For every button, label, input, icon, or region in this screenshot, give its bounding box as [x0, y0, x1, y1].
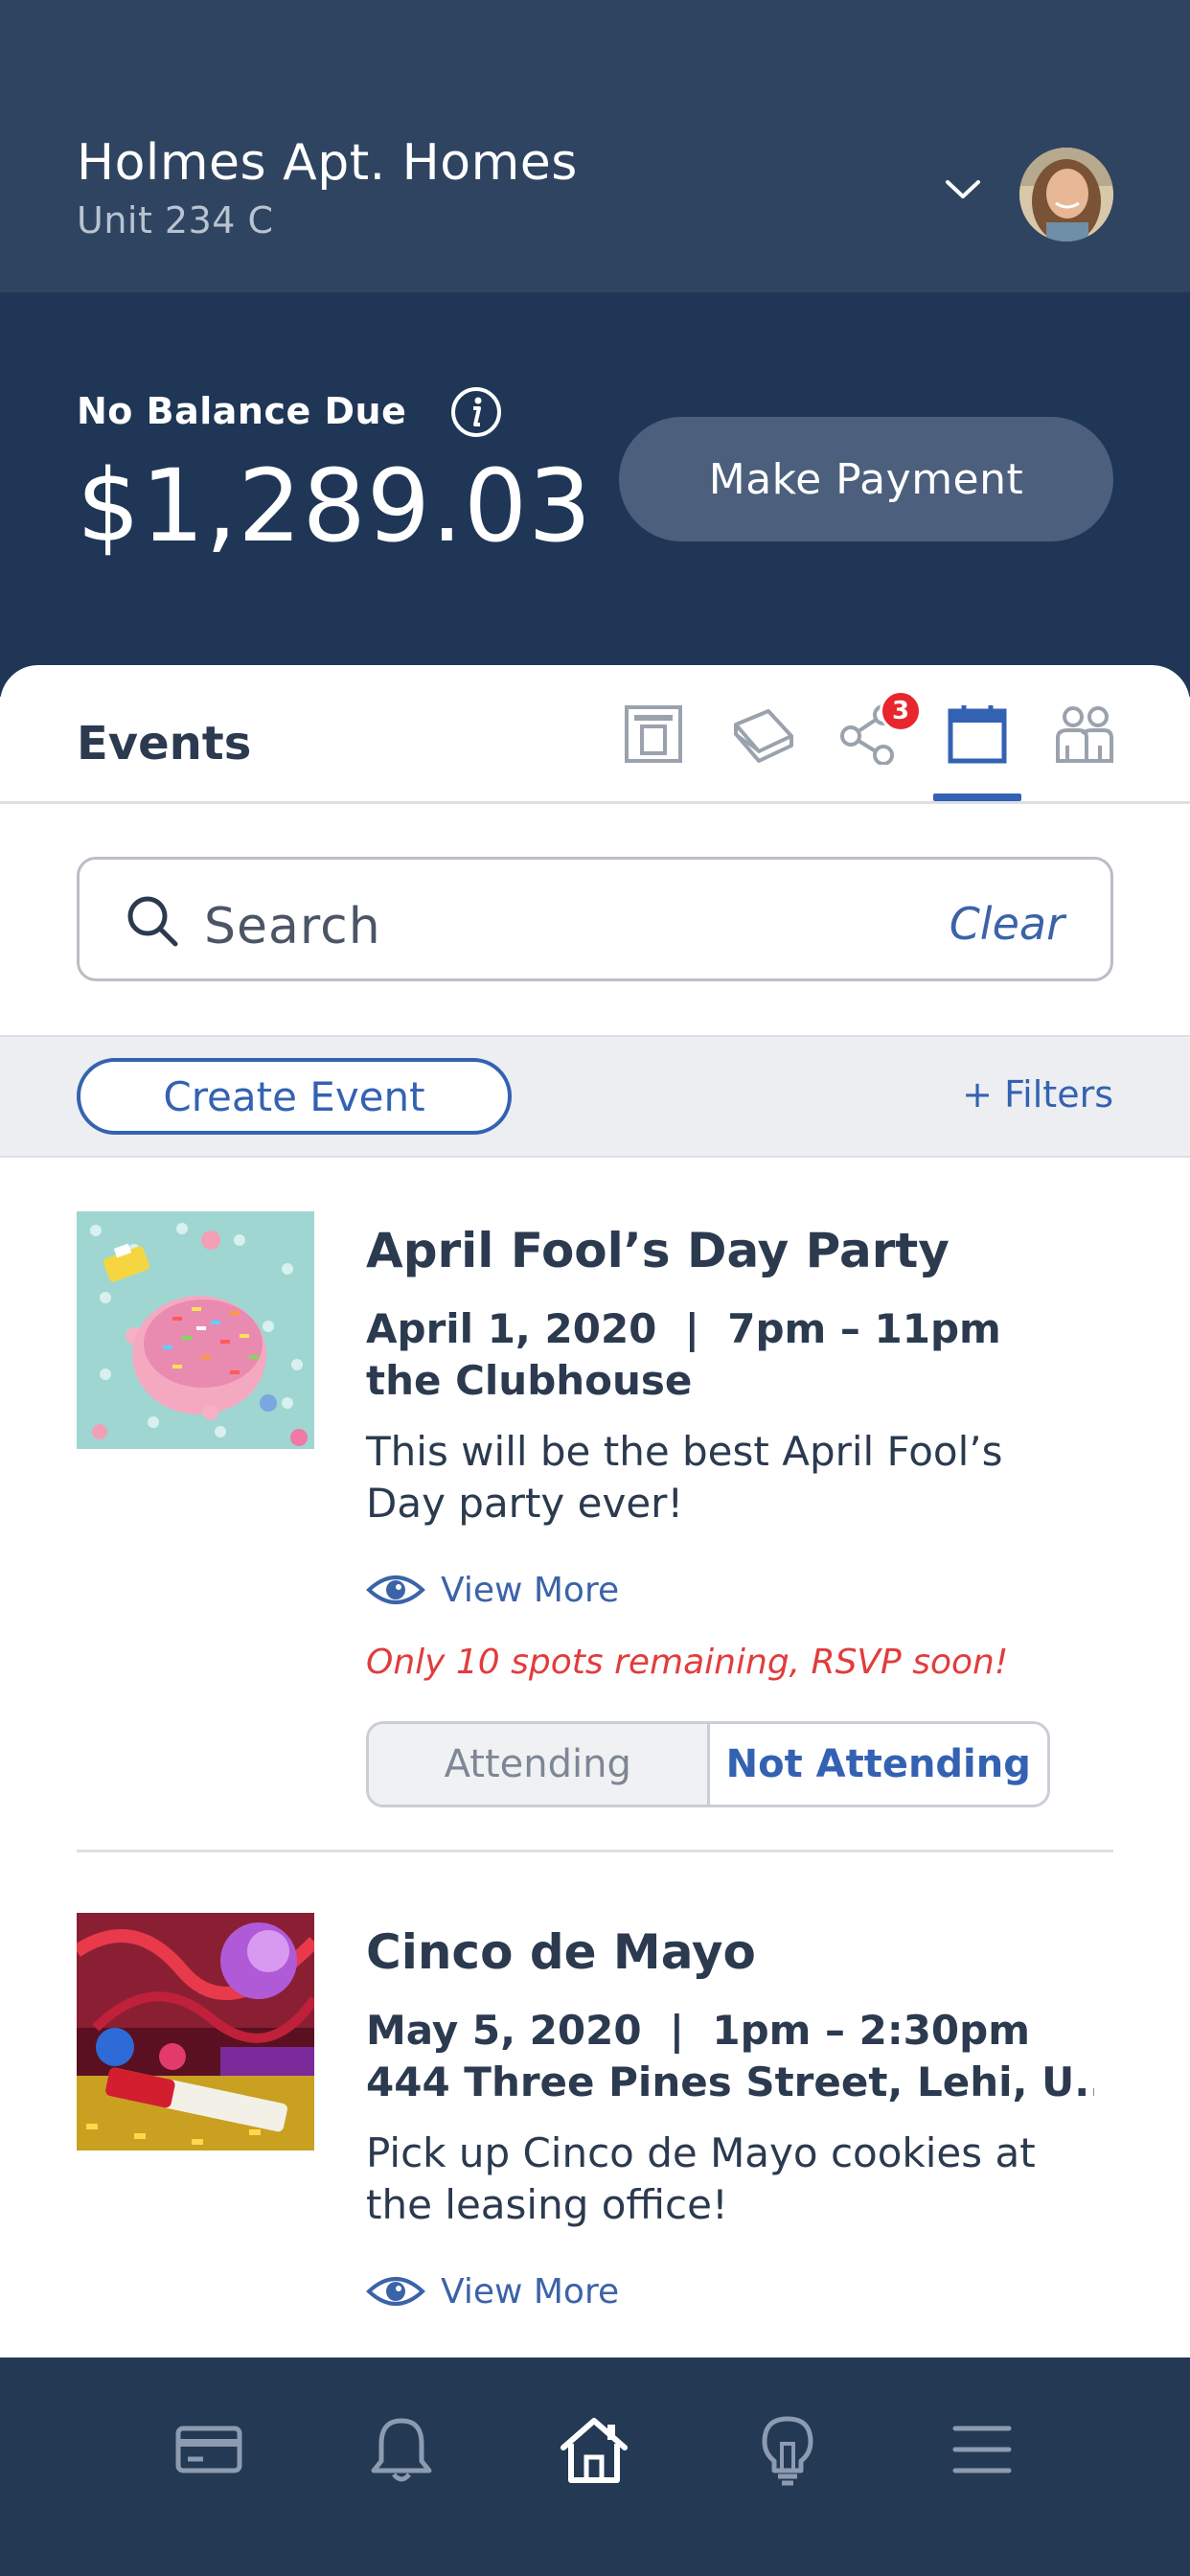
not-attending-option[interactable]: Not Attending [709, 1724, 1047, 1805]
view-more-link[interactable]: View More [366, 1566, 619, 1614]
search-icon [126, 894, 179, 948]
event-details: April 1, 2020 | 7pm – 11pm the Clubhouse [366, 1303, 1094, 1407]
event-title[interactable]: April Fool’s Day Party [366, 1223, 950, 1278]
avatar[interactable] [1019, 148, 1113, 242]
menu-icon[interactable] [952, 2421, 1012, 2478]
community-icon[interactable] [1054, 703, 1115, 765]
active-tab-indicator [933, 794, 1021, 801]
event-details: May 5, 2020 | 1pm – 2:30pm 444 Three Pin… [366, 2005, 1094, 2108]
property-header: Holmes Apt. Homes Unit 234 C [0, 0, 1190, 294]
event-image[interactable] [77, 1211, 314, 1449]
events-header: Events 3 [0, 665, 1190, 804]
make-payment-button[interactable]: Make Payment [619, 417, 1113, 541]
payment-card-icon[interactable] [174, 2415, 243, 2482]
event-divider [77, 1850, 1113, 1852]
rsvp-toggle: Attending Not Attending [366, 1721, 1050, 1807]
event-location: the Clubhouse [366, 1357, 693, 1404]
home-icon[interactable] [560, 2415, 629, 2486]
event-location: 444 Three Pines Street, Lehi, U... [366, 2058, 1094, 2105]
event-title[interactable]: Cinco de Mayo [366, 1924, 756, 1980]
eye-icon [366, 1571, 425, 1609]
attending-option[interactable]: Attending [369, 1724, 710, 1805]
balance-amount: $1,289.03 [77, 448, 593, 564]
chevron-down-icon[interactable] [945, 178, 981, 201]
balance-status: No Balance Due [77, 390, 407, 432]
event-date-time: April 1, 2020 | 7pm – 11pm [366, 1305, 1001, 1352]
newsletter-icon[interactable] [623, 703, 684, 765]
bell-icon[interactable] [368, 2415, 435, 2486]
documents-icon[interactable] [730, 703, 795, 765]
search-field[interactable]: Search Clear [77, 857, 1113, 981]
info-icon[interactable] [450, 386, 502, 438]
event-item: Cinco de Mayo May 5, 2020 | 1pm – 2:30pm… [0, 1913, 1190, 2354]
clear-search-button[interactable]: Clear [950, 898, 1064, 950]
events-card: Events 3 Search Clear Create Event + Fil… [0, 665, 1190, 2358]
lightbulb-icon[interactable] [759, 2415, 816, 2488]
balance-section: No Balance Due $1,289.03 Make Payment [0, 294, 1190, 697]
property-name[interactable]: Holmes Apt. Homes [77, 134, 578, 192]
event-description: Pick up Cinco de Mayo cookies at the lea… [366, 2129, 1036, 2228]
eye-icon [366, 2272, 425, 2311]
search-input[interactable]: Search [204, 898, 381, 955]
filters-button[interactable]: + Filters [962, 1073, 1113, 1116]
view-more-link[interactable]: View More [366, 2267, 619, 2315]
view-more-label: View More [441, 2271, 620, 2312]
notification-badge: 3 [880, 690, 922, 732]
event-description: This will be the best April Fool’s Day p… [366, 1428, 1003, 1527]
event-date-time: May 5, 2020 | 1pm – 2:30pm [366, 2007, 1030, 2054]
action-bar: Create Event + Filters [0, 1035, 1190, 1158]
unit-label: Unit 234 C [77, 199, 274, 242]
event-item: April Fool’s Day Party April 1, 2020 | 7… [0, 1211, 1190, 1863]
calendar-icon[interactable] [947, 703, 1008, 765]
create-event-button[interactable]: Create Event [77, 1058, 512, 1135]
event-image[interactable] [77, 1913, 314, 2150]
bottom-navigation [0, 2358, 1190, 2576]
view-more-label: View More [441, 1570, 620, 1610]
spots-remaining-note: Only 10 spots remaining, RSVP soon! [366, 1643, 1009, 1682]
events-title: Events [77, 717, 252, 770]
